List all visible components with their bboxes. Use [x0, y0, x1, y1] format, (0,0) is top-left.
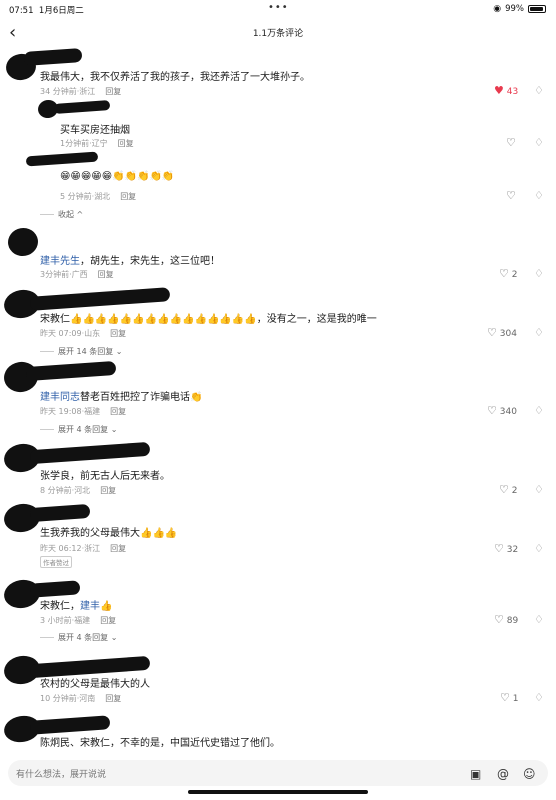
heart-icon: ♡ [487, 404, 497, 417]
like-button[interactable]: ♡ [506, 189, 516, 202]
dislike-icon[interactable]: ♢ [534, 613, 544, 626]
comment-text: 我最伟大，我不仅养活了我的孩子，我还养活了一大堆孙子。 [40, 72, 310, 83]
heart-icon: ♡ [499, 483, 509, 496]
input-placeholder: 有什么想法，展开说说 [16, 770, 107, 780]
mention-link[interactable]: 建丰先生 [40, 256, 80, 267]
comment-meta: 5 分钟前·湖北 回复 [60, 192, 137, 201]
dislike-icon[interactable]: ♢ [534, 267, 544, 280]
emoji-row: 😁😁😁😁😁👏👏👏👏👏 [60, 171, 175, 182]
dislike-icon[interactable]: ♢ [534, 542, 544, 555]
status-right: ◉ 99% [493, 4, 546, 14]
emoji-icon[interactable]: ☺ [523, 767, 536, 781]
battery-icon [528, 5, 546, 13]
reply-button[interactable]: 回复 [100, 486, 116, 495]
comment-input-bar: 有什么想法，展开说说 ▣ @ ☺ [0, 755, 556, 790]
comment-text: 宋教仁，建丰👍 [40, 601, 113, 612]
comment-text: 张学良，前无古人后无来者。 [40, 471, 170, 482]
dislike-icon[interactable]: ♢ [534, 483, 544, 496]
comment-text: 建丰同志替老百姓把控了诈骗电话👏 [40, 392, 203, 403]
heart-icon: ♡ [494, 542, 504, 555]
comment-meta: 昨天 19:08·福建 回复 [40, 407, 127, 416]
dislike-icon[interactable]: ♢ [534, 136, 544, 149]
comments-header: ‹ 1.1万条评论 [0, 18, 556, 46]
heart-icon: ♥ [494, 84, 504, 97]
username-redacted[interactable] [29, 503, 91, 523]
collapse-button[interactable]: 收起 ^ [40, 209, 83, 220]
heart-icon: ♡ [494, 613, 504, 626]
dislike-icon[interactable]: ♢ [534, 189, 544, 202]
like-button[interactable]: ♡ 89 [494, 613, 518, 626]
dislike-icon[interactable]: ♢ [534, 691, 544, 704]
reply-button[interactable]: 回复 [110, 329, 126, 338]
like-button[interactable]: ♡ [506, 136, 516, 149]
dislike-icon[interactable]: ♢ [534, 84, 544, 97]
comment-meta: 8 分钟前·河北 回复 [40, 486, 117, 495]
username-redacted[interactable] [53, 100, 111, 114]
like-button[interactable]: ♡ 32 [494, 542, 518, 555]
comment-input[interactable]: 有什么想法，展开说说 ▣ @ ☺ [8, 760, 548, 786]
comment-text: 陈炯民、宋教仁，不幸的是，中国近代史错过了他们。 [40, 738, 280, 749]
username-redacted[interactable] [29, 287, 171, 311]
comment-meta: 昨天 06:12·浙江 回复 [40, 544, 127, 553]
username-redacted[interactable] [29, 715, 111, 735]
page-title: 1.1万条评论 [252, 29, 304, 39]
comment-meta: 3 小时前·福建 回复 [40, 616, 117, 625]
heart-icon: ♡ [506, 136, 516, 149]
username-redacted[interactable] [25, 151, 99, 167]
reply-button[interactable]: 回复 [110, 407, 126, 416]
status-time-date: 07:51 1月6日周二 [9, 6, 84, 16]
avatar[interactable] [5, 225, 41, 259]
heart-icon: ♡ [500, 691, 510, 704]
mention-link[interactable]: 建丰同志 [40, 392, 80, 403]
dislike-icon[interactable]: ♢ [534, 404, 544, 417]
username-redacted[interactable] [29, 441, 151, 465]
expand-replies-button[interactable]: 展开 14 条回复 ⌄ [40, 346, 123, 357]
like-button[interactable]: ♡ 1 [500, 691, 518, 704]
reply-button[interactable]: 回复 [110, 544, 126, 553]
username-redacted[interactable] [25, 360, 117, 382]
comment-text: 生我养我的父母最伟大👍👍👍 [40, 528, 178, 539]
reply-button[interactable]: 回复 [118, 139, 134, 148]
multitask-dots[interactable]: ••• [268, 2, 289, 13]
reply-button[interactable]: 回复 [100, 616, 116, 625]
comment-text: 农村的父母是最伟大的人 [40, 679, 150, 690]
like-button[interactable]: ♥ 43 [494, 84, 518, 97]
expand-replies-button[interactable]: 展开 4 条回复 ⌄ [40, 632, 117, 643]
comment-meta: 昨天 07:09·山东 回复 [40, 329, 127, 338]
heart-icon: ♡ [499, 267, 509, 280]
mention-link[interactable]: 建丰 [80, 601, 100, 612]
like-button[interactable]: ♡ 2 [499, 267, 517, 280]
comment-meta: 34 分钟前·浙江 回复 [40, 87, 122, 96]
home-indicator[interactable] [188, 790, 368, 794]
expand-replies-button[interactable]: 展开 4 条回复 ⌄ [40, 424, 117, 435]
reply-button[interactable]: 回复 [120, 192, 136, 201]
wifi-icon: ◉ [493, 4, 502, 14]
like-button[interactable]: ♡ 304 [487, 326, 517, 339]
status-bar: 07:51 1月6日周二 ••• ◉ 99% [0, 0, 556, 18]
comment-text: 建丰先生，胡先生，宋先生，这三位吧！ [40, 256, 220, 267]
heart-icon: ♡ [487, 326, 497, 339]
comment-meta: 10 分钟前·河南 回复 [40, 694, 122, 703]
like-button[interactable]: ♡ 2 [499, 483, 517, 496]
reply-button[interactable]: 回复 [105, 694, 121, 703]
heart-icon: ♡ [506, 189, 516, 202]
at-icon[interactable]: @ [497, 767, 509, 781]
dislike-icon[interactable]: ♢ [534, 326, 544, 339]
reply-button[interactable]: 回复 [105, 87, 121, 96]
comment-text: 买车买房还抽烟 [60, 125, 130, 136]
comment-meta: 1分钟前·辽宁 回复 [60, 139, 134, 148]
username-redacted[interactable] [23, 47, 83, 67]
author-liked-badge: 作者赞过 [40, 556, 72, 568]
like-button[interactable]: ♡ 340 [487, 404, 517, 417]
comment-text: 宋教仁👍👍👍👍👍👍👍👍👍👍👍👍👍👍👍，没有之一，这是我的唯一 [40, 314, 377, 325]
battery-text: 99% [505, 4, 524, 14]
reply-button[interactable]: 回复 [98, 270, 114, 279]
image-icon[interactable]: ▣ [470, 767, 481, 781]
username-redacted[interactable] [29, 580, 81, 598]
comment-meta: 3分钟前·广西 回复 [40, 270, 114, 279]
